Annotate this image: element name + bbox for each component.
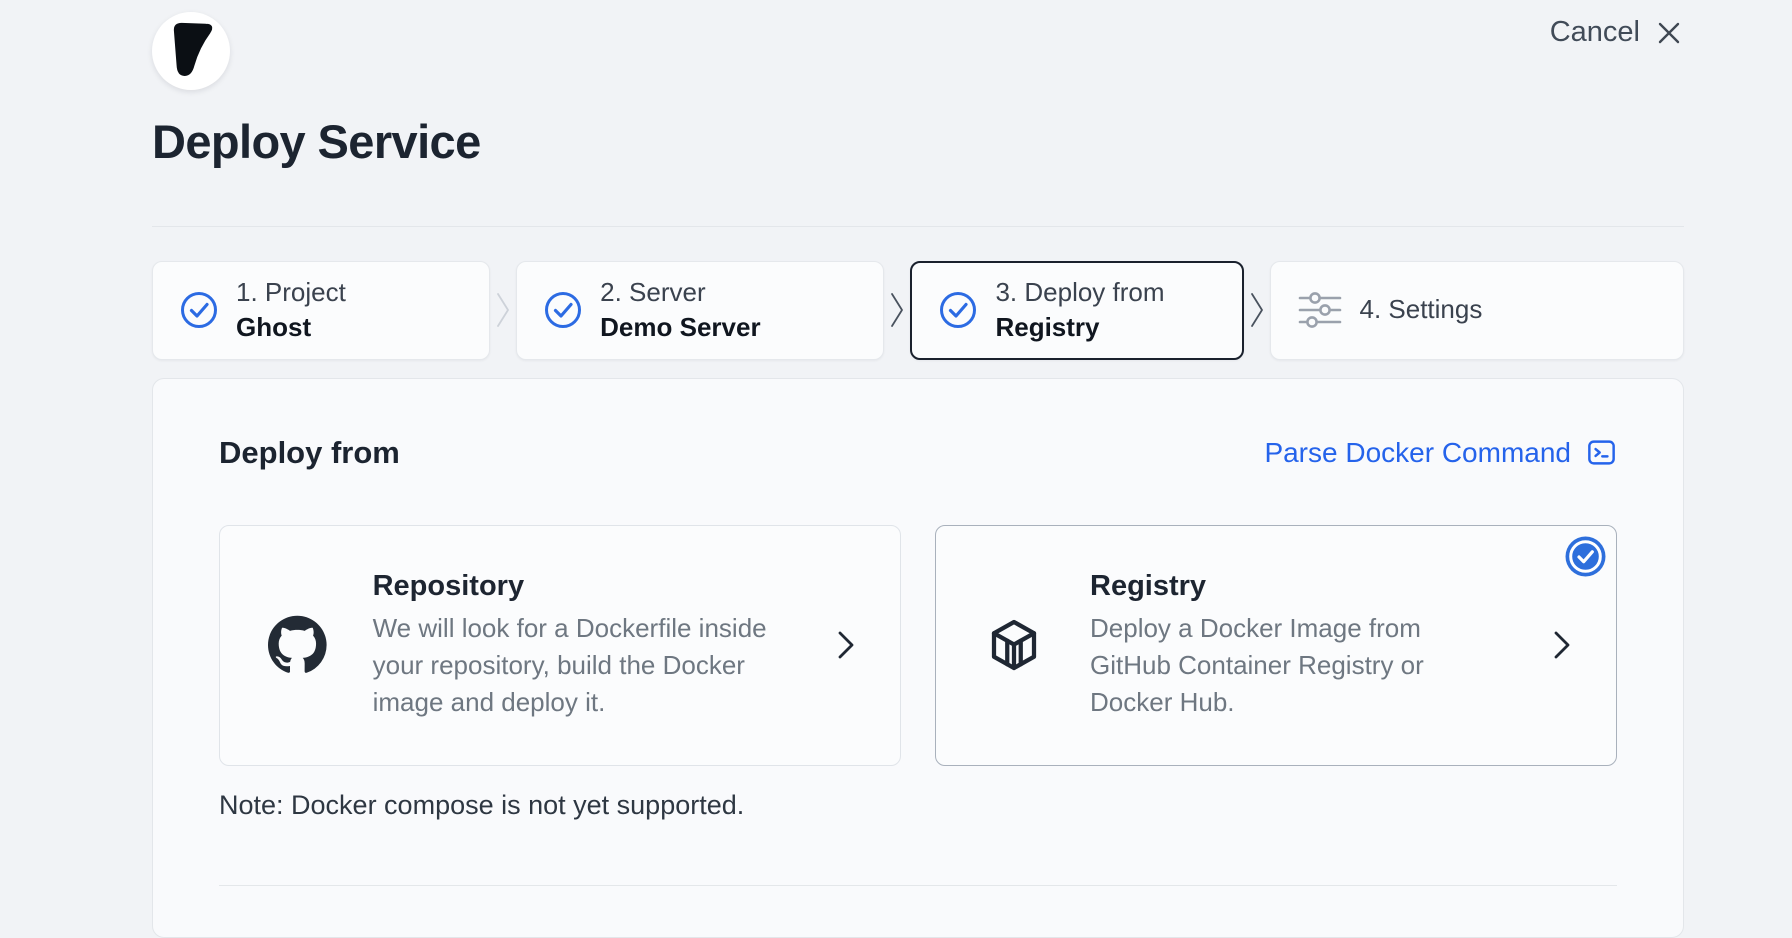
option-card-repository[interactable]: Repository We will look for a Dockerfile… — [219, 525, 901, 766]
github-icon — [268, 612, 327, 678]
step-separator — [874, 261, 920, 360]
step-label: 2. Server — [600, 277, 760, 309]
chevron-right-icon — [889, 291, 905, 329]
top-bar: Cancel — [152, 12, 1684, 100]
panel-divider — [219, 885, 1617, 886]
step-label: 1. Project — [236, 277, 346, 309]
cancel-label: Cancel — [1550, 16, 1640, 49]
parse-docker-command-button[interactable]: Parse Docker Command — [1264, 437, 1617, 469]
option-title: Repository — [373, 570, 790, 603]
chevron-right-icon — [836, 629, 856, 661]
brand-logo-icon — [152, 12, 230, 90]
step-value: Ghost — [236, 312, 346, 344]
step-texts: 4. Settings — [1360, 294, 1483, 326]
check-badge-icon — [1565, 536, 1606, 577]
chevron-right-icon — [1552, 629, 1572, 661]
terminal-icon — [1586, 437, 1617, 468]
close-icon — [1654, 18, 1684, 48]
step-value: Registry — [995, 312, 1164, 344]
check-circle-icon — [179, 290, 219, 330]
deploy-from-panel: Deploy from Parse Docker Command Reposit… — [152, 378, 1684, 938]
step-settings[interactable]: 4. Settings — [1270, 261, 1685, 360]
step-server[interactable]: 2. Server Demo Server — [516, 261, 884, 360]
header-divider — [152, 226, 1684, 227]
cancel-button[interactable]: Cancel — [1550, 16, 1684, 49]
step-deploy-from[interactable]: 3. Deploy from Registry — [910, 261, 1243, 360]
check-circle-icon — [938, 290, 978, 330]
step-project[interactable]: 1. Project Ghost — [152, 261, 490, 360]
step-texts: 2. Server Demo Server — [600, 277, 760, 343]
panel-header: Deploy from Parse Docker Command — [219, 435, 1617, 471]
stepper: 1. Project Ghost 2. Server Demo Server — [152, 261, 1684, 360]
step-separator — [1234, 261, 1280, 360]
sliders-icon — [1297, 290, 1343, 330]
chevron-right-icon — [1249, 291, 1265, 329]
deploy-service-page: Cancel Deploy Service 1. Project Ghost — [0, 0, 1792, 938]
panel-title: Deploy from — [219, 435, 400, 471]
option-description: Deploy a Docker Image from GitHub Contai… — [1090, 610, 1480, 721]
option-description: We will look for a Dockerfile inside you… — [373, 610, 790, 721]
parse-docker-command-label: Parse Docker Command — [1264, 437, 1571, 469]
brand-logo — [152, 12, 230, 90]
chevron-right-icon — [495, 291, 511, 329]
compose-note: Note: Docker compose is not yet supporte… — [219, 790, 1617, 821]
page-title: Deploy Service — [152, 116, 1684, 168]
option-title: Registry — [1090, 570, 1480, 603]
step-texts: 1. Project Ghost — [236, 277, 346, 343]
check-circle-icon — [543, 290, 583, 330]
deploy-options: Repository We will look for a Dockerfile… — [219, 525, 1617, 766]
step-separator — [480, 261, 526, 360]
step-label: 3. Deploy from — [995, 277, 1164, 309]
step-texts: 3. Deploy from Registry — [995, 277, 1164, 343]
option-texts: Repository We will look for a Dockerfile… — [373, 570, 790, 721]
option-card-registry[interactable]: Registry Deploy a Docker Image from GitH… — [935, 525, 1617, 766]
option-texts: Registry Deploy a Docker Image from GitH… — [1090, 570, 1480, 721]
step-value: Demo Server — [600, 312, 760, 344]
package-icon — [984, 615, 1044, 675]
step-label: 4. Settings — [1360, 294, 1483, 326]
